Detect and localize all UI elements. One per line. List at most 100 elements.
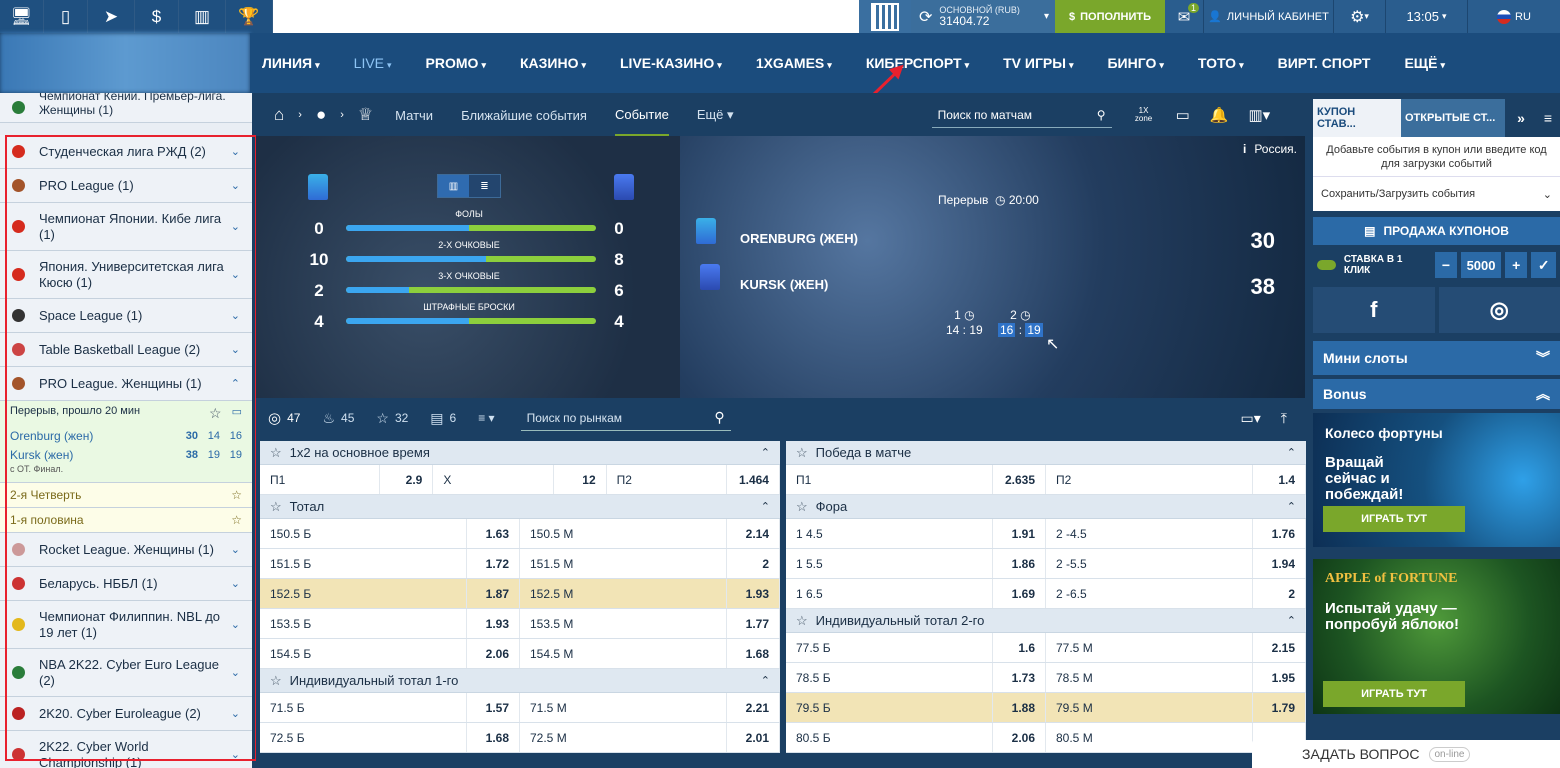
outcome-name[interactable]: 153.5 М xyxy=(520,609,726,638)
trophy-icon[interactable]: ♕ xyxy=(358,105,373,125)
sidebar-item[interactable]: PRO League. Женщины (1) ⌃ xyxy=(0,367,252,401)
odds-value[interactable]: 1.63 xyxy=(466,519,520,548)
sidebar-item[interactable]: Чемпионат Кении. Премьер-лига. Женщины (… xyxy=(0,93,252,123)
home-icon[interactable]: ⌂ xyxy=(274,105,284,125)
mobile-icon[interactable]: ▯ xyxy=(44,0,88,33)
market-groups-toggle[interactable]: ≡ ▾ xyxy=(478,411,494,425)
menu-icon[interactable]: ≡ xyxy=(1537,99,1559,137)
view-toggle[interactable]: ▥ ≣ xyxy=(437,174,501,198)
layout-toggle-icon[interactable]: ▭▾ xyxy=(1241,410,1261,427)
nav-promo[interactable]: PROMO ▾ xyxy=(426,55,486,71)
sub-market-quarter[interactable]: 2-я Четверть ☆ xyxy=(0,483,252,508)
mini-slots-accordion[interactable]: Мини слоты ︾ xyxy=(1313,341,1560,375)
play-here-button[interactable]: ИГРАТЬ ТУТ xyxy=(1323,681,1465,707)
outcome-name[interactable]: 77.5 М xyxy=(1046,633,1252,662)
odds-value[interactable]: 12 xyxy=(552,465,607,494)
sidebar-item[interactable]: Space League (1) ⌄ xyxy=(0,299,252,333)
nav-1xgames[interactable]: 1XGAMES ▾ xyxy=(756,55,832,71)
chevron-down-icon[interactable]: ⌄ xyxy=(231,309,240,322)
main-markets-filter[interactable]: ☆ 32 xyxy=(376,410,408,427)
language-selector[interactable]: RU xyxy=(1467,0,1560,33)
sidebar-item[interactable]: Япония. Университетская лига Кюсю (1) ⌄ xyxy=(0,251,252,299)
match-search-input[interactable]: Поиск по матчам ⚲ xyxy=(931,102,1112,128)
all-markets-filter[interactable]: ◎ 47 xyxy=(268,409,300,427)
odds-value[interactable]: 1.6 xyxy=(992,633,1046,662)
one-click-toggle[interactable] xyxy=(1317,260,1336,270)
chevron-down-icon[interactable]: ⌄ xyxy=(231,145,240,158)
odds-value[interactable]: 1.77 xyxy=(726,609,780,638)
expand-icon[interactable]: » xyxy=(1505,99,1537,137)
odds-value[interactable]: 1.86 xyxy=(992,549,1046,578)
chevron-down-icon[interactable]: ⌄ xyxy=(231,343,240,356)
outcome-name[interactable]: 79.5 М xyxy=(1046,693,1252,722)
outcome-name[interactable]: 151.5 М xyxy=(520,549,726,578)
odds-value[interactable]: 2.14 xyxy=(726,519,780,548)
market-header[interactable]: ☆ Индивидуальный тотал 2-го ⌃ xyxy=(786,609,1306,633)
sub-market-half[interactable]: 1-я половина ☆ xyxy=(0,508,252,533)
nav-virtual-sport[interactable]: ВИРТ. СПОРТ xyxy=(1278,55,1371,71)
odds-value[interactable]: 1.68 xyxy=(726,639,780,668)
trophy-icon[interactable]: 🏆 xyxy=(226,0,273,33)
odds-value[interactable]: 1.87 xyxy=(466,579,520,608)
market-header[interactable]: ☆ Фора ⌃ xyxy=(786,495,1306,519)
outcome-name[interactable]: 79.5 Б xyxy=(786,693,992,722)
dollar-icon[interactable]: $ xyxy=(135,0,179,33)
list-icon[interactable]: ≣ xyxy=(469,175,500,197)
outcome-name[interactable]: 1 4.5 xyxy=(786,519,992,548)
outcome-name[interactable]: 77.5 Б xyxy=(786,633,992,662)
instagram-icon[interactable]: ◎ xyxy=(1438,287,1560,333)
sidebar-item[interactable]: PRO League (1) ⌄ xyxy=(0,169,252,203)
outcome-name[interactable]: 78.5 М xyxy=(1046,663,1252,692)
bell-icon[interactable]: 🔔 xyxy=(1210,106,1229,124)
balance-selector[interactable]: ⟳ ОСНОВНОЙ (RUB) 31404.72 ▾ xyxy=(911,0,1055,33)
nav-bingo[interactable]: БИНГО ▾ xyxy=(1107,55,1163,71)
outcome-name[interactable]: 1 6.5 xyxy=(786,579,992,608)
star-icon[interactable]: ☆ xyxy=(231,513,242,527)
odds-value[interactable]: 1.72 xyxy=(466,549,520,578)
stats-icon[interactable]: ▥ xyxy=(179,0,226,33)
nav-line[interactable]: ЛИНИЯ ▾ xyxy=(262,55,320,71)
odds-value[interactable]: 1.79 xyxy=(1252,693,1306,722)
chevron-down-icon[interactable]: ⌄ xyxy=(231,617,240,633)
chevron-down-icon[interactable]: ⌄ xyxy=(231,665,240,681)
outcome-name[interactable]: 152.5 Б xyxy=(260,579,466,608)
nav-more[interactable]: ЕЩЁ ▾ xyxy=(1404,55,1445,71)
coupon-sale-button[interactable]: ▤ ПРОДАЖА КУПОНОВ xyxy=(1313,217,1560,245)
chevron-down-icon[interactable]: ⌄ xyxy=(231,219,240,235)
site-logo[interactable] xyxy=(0,33,250,93)
nav-tv-games[interactable]: TV ИГРЫ ▾ xyxy=(1003,55,1073,71)
odds-value[interactable]: 1.464 xyxy=(725,465,780,494)
chevron-down-icon[interactable]: ⌄ xyxy=(231,747,240,763)
monitor-icon[interactable]: ▭ xyxy=(1176,106,1190,124)
outcome-name[interactable]: 2 -6.5 xyxy=(1046,579,1252,608)
odds-value[interactable]: 2.01 xyxy=(726,723,780,752)
odds-value[interactable]: 2.15 xyxy=(1252,633,1306,662)
odds-value[interactable]: 1.57 xyxy=(466,693,520,722)
sidebar-item[interactable]: 2K20. Cyber Euroleague (2) ⌄ xyxy=(0,697,252,731)
tab-matches[interactable]: Матчи xyxy=(395,96,433,135)
odds-value[interactable]: 2.06 xyxy=(466,639,520,668)
outcome-name[interactable]: П2 xyxy=(1046,465,1252,494)
tab-upcoming[interactable]: Ближайшие события xyxy=(461,96,587,135)
sidebar-item[interactable]: Чемпионат Японии. Кибе лига (1) ⌄ xyxy=(0,203,252,251)
star-icon[interactable]: ☆ xyxy=(231,488,242,502)
odds-value[interactable]: 1.93 xyxy=(726,579,780,608)
popular-markets-filter[interactable]: ♨ 45 xyxy=(322,410,354,427)
outcome-name[interactable]: П2 xyxy=(607,465,726,494)
odds-value[interactable]: 2.635 xyxy=(992,465,1046,494)
chevron-down-icon[interactable]: ⌄ xyxy=(231,543,240,556)
outcome-name[interactable]: 2 -4.5 xyxy=(1046,519,1252,548)
outcome-name[interactable]: 1 5.5 xyxy=(786,549,992,578)
sidebar-item[interactable]: Table Basketball League (2) ⌄ xyxy=(0,333,252,367)
play-here-button[interactable]: ИГРАТЬ ТУТ xyxy=(1323,506,1465,532)
outcome-name[interactable]: 71.5 М xyxy=(520,693,726,722)
nav-casino[interactable]: КАЗИНО ▾ xyxy=(520,55,586,71)
sidebar-item[interactable]: Чемпионат Филиппин. NBL до 19 лет (1) ⌄ xyxy=(0,601,252,649)
odds-value[interactable]: 1.4 xyxy=(1252,465,1306,494)
market-header[interactable]: ☆ Тотал ⌃ xyxy=(260,495,780,519)
live-match-card[interactable]: Перерыв, прошло 20 мин ☆ ▭ Orenburg (жен) 3… xyxy=(0,401,252,483)
qr-code-icon[interactable] xyxy=(859,0,911,33)
market-header[interactable]: ☆ Индивидуальный тотал 1-го ⌃ xyxy=(260,669,780,693)
chevron-down-icon[interactable]: ⌄ xyxy=(231,179,240,192)
sidebar-item[interactable]: 2K22. Cyber World Championship (1) ⌄ xyxy=(0,731,252,768)
